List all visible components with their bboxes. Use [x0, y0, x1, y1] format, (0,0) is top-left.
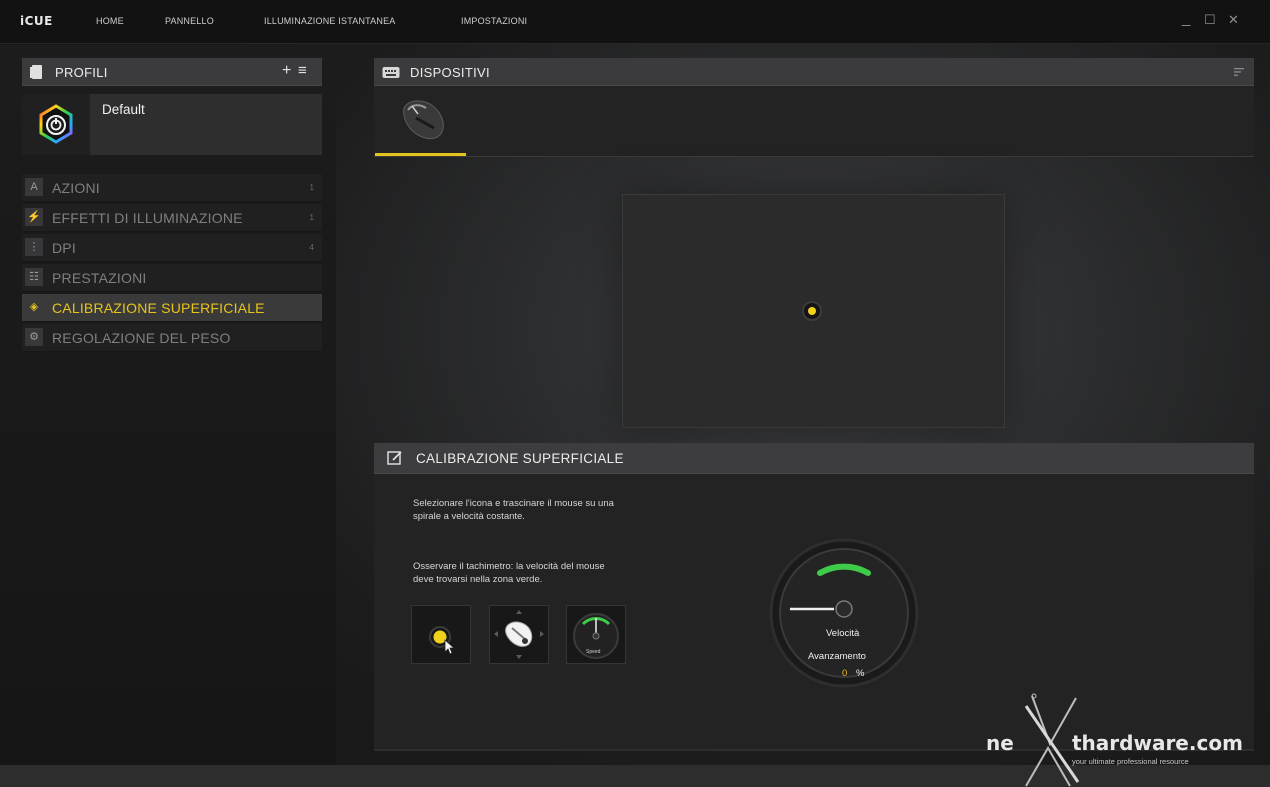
menu-item-regolazione-peso[interactable]: ⚙ REGOLAZIONE DEL PESO [22, 324, 322, 352]
menu-item-label: AZIONI [52, 180, 100, 196]
calibration-header: CALIBRAZIONE SUPERFICIALE [374, 443, 1254, 474]
menu-item-azioni[interactable]: A AZIONI 1 [22, 174, 322, 202]
device-mouse-tab[interactable] [394, 94, 450, 146]
menu-item-effetti-illuminazione[interactable]: ⚡ EFFETTI DI ILLUMINAZIONE 1 [22, 204, 322, 232]
profile-name: Default [102, 102, 145, 117]
speed-thumb-label: Speed [586, 649, 601, 655]
app-logo: iCUE [20, 14, 53, 28]
profiles-title: PROFILI [55, 65, 108, 80]
speedometer-gauge [768, 537, 920, 689]
cursor-target-icon [429, 626, 456, 655]
watermark-brand-right: thardware.com [1072, 731, 1243, 755]
drag-mouse-step [489, 605, 549, 664]
nav-pannello[interactable]: PANNELLO [165, 16, 214, 26]
menu-item-label: PRESTAZIONI [52, 270, 147, 286]
progress-unit: % [856, 668, 865, 679]
instruction-text-1: Selezionare l'icona e trascinare il mous… [413, 498, 614, 522]
profile-icon [30, 65, 42, 79]
profile-card-default[interactable]: Default [22, 94, 322, 155]
nav-home[interactable]: HOME [96, 16, 124, 26]
icue-window: iCUE HOME PANNELLO ILLUMINAZIONE ISTANTA… [0, 0, 1270, 787]
top-bar: iCUE HOME PANNELLO ILLUMINAZIONE ISTANTA… [0, 0, 1270, 44]
keyboard-icon [382, 67, 400, 78]
nav-illuminazione-istantanea[interactable]: ILLUMINAZIONE ISTANTANEA [264, 16, 396, 26]
menu-item-label: CALIBRAZIONE SUPERFICIALE [52, 300, 265, 316]
calibration-title: CALIBRAZIONE SUPERFICIALE [416, 451, 624, 466]
calibration-target-icon[interactable] [802, 301, 822, 321]
select-icon-step [411, 605, 471, 664]
actions-icon: A [25, 178, 43, 196]
active-device-indicator [375, 153, 466, 156]
weight-icon: ⚙ [25, 328, 43, 346]
lightning-icon: ⚡ [25, 208, 43, 226]
nav-impostazioni[interactable]: IMPOSTAZIONI [461, 16, 527, 26]
devices-header: DISPOSITIVI [374, 58, 1254, 86]
menu-item-count: 1 [309, 183, 314, 192]
watermark-tagline: your ultimate professional resource [1072, 757, 1189, 766]
menu-item-label: EFFETTI DI ILLUMINAZIONE [52, 210, 243, 226]
performance-icon: ☷ [25, 268, 43, 286]
profile-menu-icon[interactable]: ≡ [298, 62, 307, 79]
menu-item-dpi[interactable]: ⋮ DPI 4 [22, 234, 322, 262]
nexthardware-watermark-logo: ne thardware.com your ultimate professio… [986, 693, 1243, 787]
progress-value: 0 [842, 668, 848, 679]
gauge-label: Velocità [826, 628, 860, 639]
menu-item-count: 1 [309, 213, 314, 222]
mouse-device-icon [403, 100, 444, 140]
minimize-icon[interactable]: _ [1182, 10, 1190, 27]
dpi-icon: ⋮ [25, 238, 43, 256]
maximize-icon[interactable]: ☐ [1204, 12, 1216, 28]
progress-label: Avanzamento [808, 651, 866, 662]
gauge-dial [769, 538, 919, 688]
instruction-text-2: Osservare il tachimetro: la velocità del… [413, 561, 605, 585]
speedometer-step: Speed [566, 605, 626, 664]
add-profile-button[interactable]: + [282, 62, 291, 80]
devices-title: DISPOSITIVI [410, 65, 490, 80]
close-icon[interactable]: ✕ [1228, 12, 1239, 28]
edit-icon [387, 451, 402, 465]
menu-item-calibrazione-superficiale[interactable]: ◈ CALIBRAZIONE SUPERFICIALE [22, 294, 322, 322]
surface-calibration-icon: ◈ [25, 298, 43, 316]
profiles-header: PROFILI + ≡ [22, 58, 322, 86]
list-view-icon[interactable] [1234, 68, 1244, 76]
icue-logo-icon [39, 104, 73, 144]
menu-item-count: 4 [309, 243, 314, 252]
mouse-move-icon [494, 610, 544, 659]
profile-avatar [22, 94, 90, 155]
menu-item-label: REGOLAZIONE DEL PESO [52, 330, 231, 346]
device-strip [374, 86, 1254, 157]
watermark-brand-left: ne [986, 731, 1014, 755]
menu-item-prestazioni[interactable]: ☷ PRESTAZIONI [22, 264, 322, 292]
menu-item-label: DPI [52, 240, 76, 256]
